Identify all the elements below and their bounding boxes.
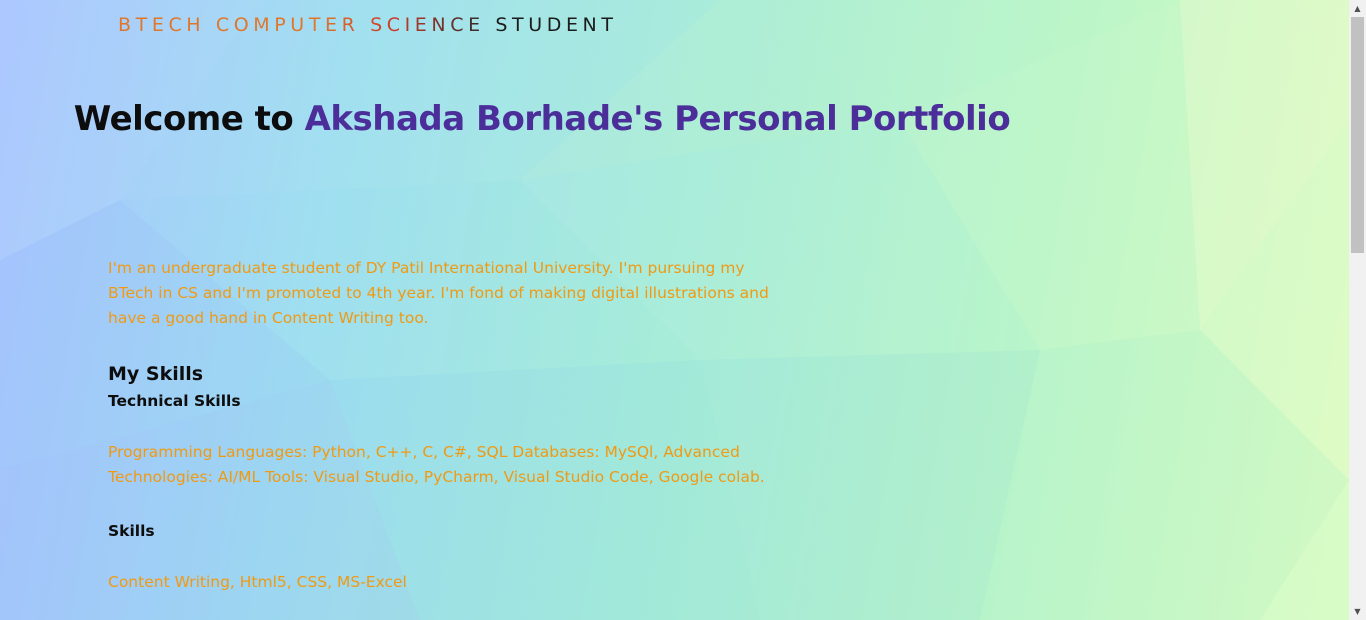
page-background: BTECH COMPUTER SCIENCE STUDENT Welcome t… [0,0,1349,620]
subtitle-colored-text: BTECH COMPUTER SCIENCE [118,14,485,36]
title-name: Akshada Borhade's Personal Portfolio [304,99,1011,139]
vertical-scrollbar[interactable]: ▲ ▼ [1349,0,1366,620]
page-title: Welcome to Akshada Borhade's Personal Po… [0,74,1084,164]
skills-heading: My Skills [108,363,204,385]
subtitle-tagline: BTECH COMPUTER SCIENCE STUDENT [118,14,618,36]
title-prefix: Welcome to [73,99,294,139]
technical-skills-heading: Technical Skills [108,392,241,410]
intro-paragraph: I'm an undergraduate student of DY Patil… [108,259,769,327]
scroll-down-arrow-icon[interactable]: ▼ [1349,603,1366,620]
scroll-up-arrow-icon[interactable]: ▲ [1349,0,1366,17]
other-skills-heading: Skills [108,522,155,540]
subtitle-dark-text: STUDENT [495,14,618,36]
other-skills-text: Content Writing, Html5, CSS, MS-Excel [108,573,407,591]
scrollbar-thumb[interactable] [1351,17,1364,253]
technical-skills-text: Programming Languages: Python, C++, C, C… [108,443,765,486]
